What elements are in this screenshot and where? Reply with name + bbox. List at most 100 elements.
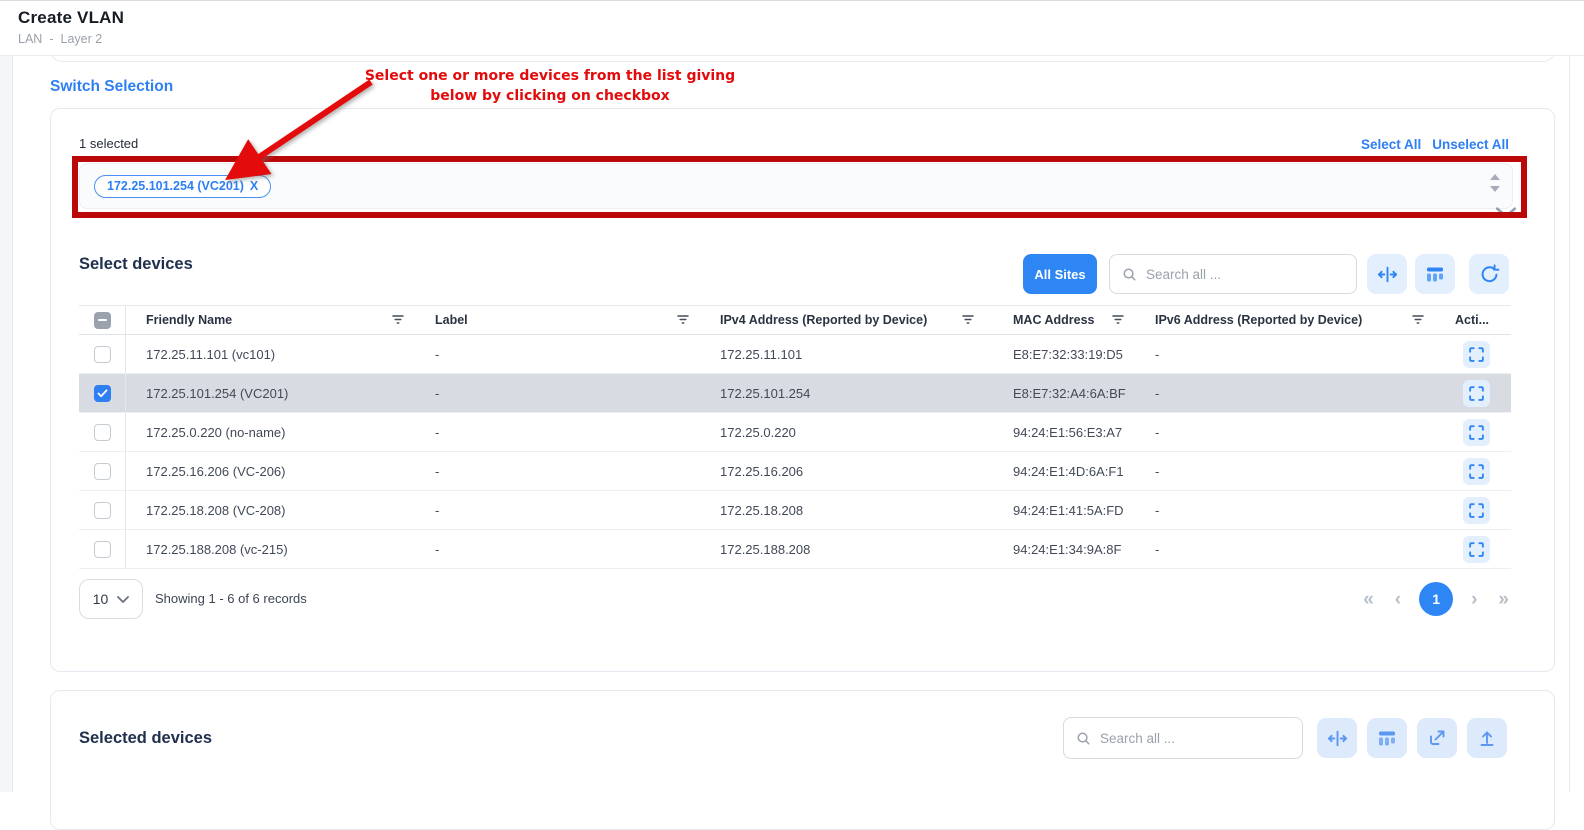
cell-label: - <box>421 347 706 362</box>
expand-icon <box>1469 425 1484 440</box>
select-all-link[interactable]: Select All <box>1361 137 1421 152</box>
expand-icon <box>1469 347 1484 362</box>
scroll-up-icon[interactable] <box>1490 174 1500 180</box>
current-page-button[interactable]: 1 <box>1419 582 1453 616</box>
table-row[interactable]: 172.25.11.101 (vc101) - 172.25.11.101 E8… <box>79 335 1511 374</box>
devices-table: Friendly Name Label IPv4 Address (Report… <box>79 305 1511 569</box>
row-checkbox[interactable] <box>79 452 126 490</box>
cell-mac: 94:24:E1:56:E3:A7 <box>991 425 1141 440</box>
search-box[interactable] <box>1063 717 1303 759</box>
columns-button[interactable] <box>1415 254 1455 294</box>
cell-friendly-name: 172.25.16.206 (VC-206) <box>126 464 421 479</box>
filter-icon[interactable] <box>961 312 975 329</box>
breadcrumb: LAN - Layer 2 <box>18 32 1584 46</box>
first-page-button[interactable]: « <box>1360 590 1377 609</box>
fit-columns-button[interactable] <box>1367 254 1407 294</box>
cell-label: - <box>421 503 706 518</box>
page-size-value: 10 <box>93 591 109 607</box>
table-row[interactable]: 172.25.18.208 (VC-208) - 172.25.18.208 9… <box>79 491 1511 530</box>
selected-devices-card: Selected devices <box>50 690 1555 830</box>
upload-button[interactable] <box>1467 718 1507 758</box>
cell-ipv4: 172.25.11.101 <box>706 347 991 362</box>
cell-ipv4: 172.25.188.208 <box>706 542 991 557</box>
expand-row-button[interactable] <box>1463 497 1490 524</box>
cell-friendly-name: 172.25.18.208 (VC-208) <box>126 503 421 518</box>
scroll-down-icon[interactable] <box>1490 186 1500 192</box>
columns-icon <box>1377 728 1397 748</box>
cell-mac: E8:E7:32:A4:6A:BF <box>991 386 1141 401</box>
page-size-select[interactable]: 10 <box>79 579 143 619</box>
cell-mac: 94:24:E1:41:5A:FD <box>991 503 1141 518</box>
cell-friendly-name: 172.25.188.208 (vc-215) <box>126 542 421 557</box>
column-header-friendly-name: Friendly Name <box>146 313 232 327</box>
table-row[interactable]: 172.25.16.206 (VC-206) - 172.25.16.206 9… <box>79 452 1511 491</box>
cell-label: - <box>421 464 706 479</box>
cell-label: - <box>421 425 706 440</box>
chip-remove-icon[interactable]: X <box>250 179 258 193</box>
open-external-icon <box>1427 728 1447 748</box>
expand-row-button[interactable] <box>1463 536 1490 563</box>
cell-ipv4: 172.25.0.220 <box>706 425 991 440</box>
column-header-ipv6: IPv6 Address (Reported by Device) <box>1155 313 1362 327</box>
expand-icon <box>1469 464 1484 479</box>
table-row[interactable]: 172.25.188.208 (vc-215) - 172.25.188.208… <box>79 530 1511 569</box>
refresh-button[interactable] <box>1469 254 1509 294</box>
column-header-actions: Acti... <box>1455 313 1489 327</box>
row-checkbox[interactable] <box>79 491 126 529</box>
unselect-all-link[interactable]: Unselect All <box>1432 137 1509 152</box>
filter-icon[interactable] <box>676 312 690 329</box>
prev-page-button[interactable]: ‹ <box>1392 590 1404 609</box>
cell-ipv6: - <box>1141 464 1441 479</box>
search-input[interactable] <box>1100 731 1290 746</box>
search-input[interactable] <box>1146 267 1344 282</box>
row-checkbox[interactable] <box>79 374 126 412</box>
expand-row-button[interactable] <box>1463 341 1490 368</box>
select-all-checkbox[interactable] <box>79 306 126 334</box>
row-checkbox[interactable] <box>79 530 126 568</box>
row-checkbox[interactable] <box>79 413 126 451</box>
table-row[interactable]: 172.25.0.220 (no-name) - 172.25.0.220 94… <box>79 413 1511 452</box>
cell-ipv4: 172.25.101.254 <box>706 386 991 401</box>
filter-icon[interactable] <box>1411 312 1425 329</box>
column-header-ipv4: IPv4 Address (Reported by Device) <box>720 313 927 327</box>
cell-label: - <box>421 386 706 401</box>
fit-columns-icon <box>1327 728 1348 749</box>
cell-ipv4: 172.25.16.206 <box>706 464 991 479</box>
right-rail <box>1569 56 1570 792</box>
chips-expand-chevron-icon[interactable] <box>1495 206 1517 224</box>
pagination: « ‹ 1 › » <box>1360 579 1512 619</box>
cell-ipv4: 172.25.18.208 <box>706 503 991 518</box>
search-icon <box>1122 267 1137 282</box>
indeterminate-dash-icon <box>98 319 107 321</box>
open-external-button[interactable] <box>1417 718 1457 758</box>
switch-selection-card: 1 selected Select All Unselect All 172.2… <box>50 108 1555 672</box>
expand-row-button[interactable] <box>1463 419 1490 446</box>
next-page-button[interactable]: › <box>1468 590 1480 609</box>
chips-scroll-spinner[interactable] <box>1490 174 1500 192</box>
cell-label: - <box>421 542 706 557</box>
fit-columns-button[interactable] <box>1317 718 1357 758</box>
expand-row-button[interactable] <box>1463 458 1490 485</box>
all-sites-button[interactable]: All Sites <box>1023 254 1097 294</box>
filter-icon[interactable] <box>1111 312 1125 329</box>
left-rail <box>0 56 13 792</box>
column-header-label: Label <box>435 313 468 327</box>
expand-row-button[interactable] <box>1463 380 1490 407</box>
table-row[interactable]: 172.25.101.254 (VC201) - 172.25.101.254 … <box>79 374 1511 413</box>
selected-chips-container: 172.25.101.254 (VC201) X <box>79 163 1513 209</box>
refresh-icon <box>1479 264 1500 285</box>
selected-device-chip[interactable]: 172.25.101.254 (VC201) X <box>94 175 271 198</box>
search-box[interactable] <box>1109 254 1357 294</box>
filter-icon[interactable] <box>391 312 405 329</box>
upload-icon <box>1477 728 1497 748</box>
fit-columns-icon <box>1377 264 1398 285</box>
select-devices-title: Select devices <box>79 255 193 274</box>
columns-button[interactable] <box>1367 718 1407 758</box>
last-page-button[interactable]: » <box>1495 590 1512 609</box>
expand-icon <box>1469 386 1484 401</box>
cell-friendly-name: 172.25.101.254 (VC201) <box>126 386 421 401</box>
column-header-mac: MAC Address <box>1013 313 1095 327</box>
selected-count: 1 selected <box>79 136 138 151</box>
selected-devices-title: Selected devices <box>79 729 212 748</box>
row-checkbox[interactable] <box>79 335 126 373</box>
